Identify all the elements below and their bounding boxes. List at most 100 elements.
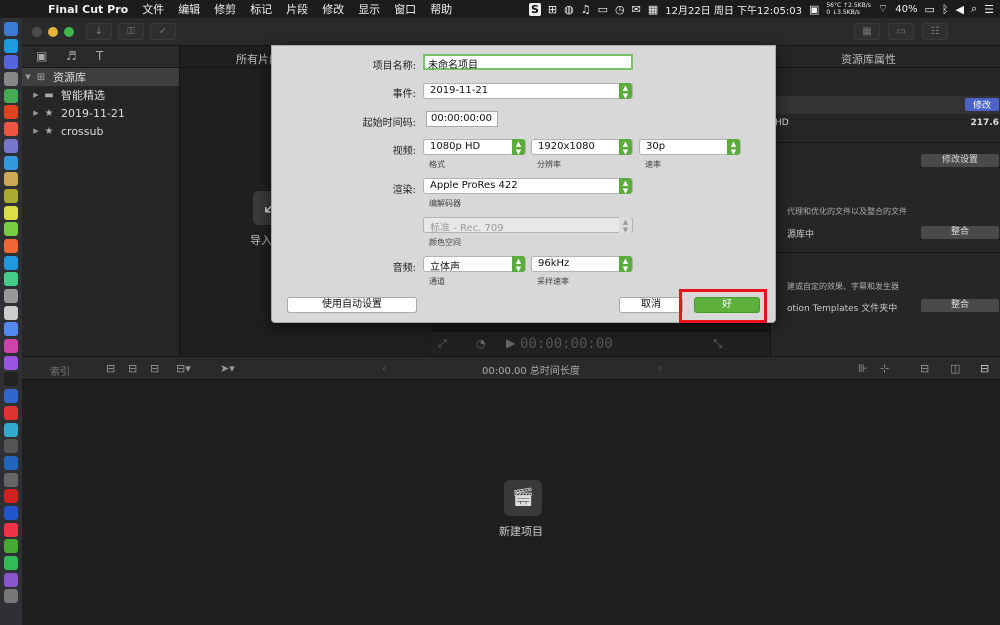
- layout-browser-button[interactable]: ▦: [854, 23, 880, 40]
- snapping-icon[interactable]: ◫: [950, 362, 960, 375]
- audio-channels-select[interactable]: 立体声 ▲ ▼: [423, 256, 526, 273]
- append-clip-icon[interactable]: ⊟: [150, 362, 159, 375]
- dock-app-icon[interactable]: [4, 172, 18, 187]
- window-close-button[interactable]: [32, 27, 42, 37]
- music-icon[interactable]: ♬: [66, 49, 77, 63]
- play-button[interactable]: ▶: [506, 336, 515, 350]
- use-automatic-settings-button[interactable]: 使用自动设置: [287, 297, 417, 313]
- menu-help[interactable]: 帮助: [430, 1, 452, 17]
- dock-app-icon[interactable]: [4, 105, 18, 120]
- dock-app-icon[interactable]: [4, 472, 18, 487]
- layout-inspector-button[interactable]: ☷: [922, 23, 948, 40]
- frame-rate-select[interactable]: 30p ▲ ▼: [639, 139, 741, 156]
- layout-timeline-button[interactable]: ▭: [888, 23, 914, 40]
- globe-icon[interactable]: ◍: [564, 3, 574, 16]
- sogou-input-icon[interactable]: S: [528, 2, 541, 16]
- wifi-icon[interactable]: ⌔: [878, 2, 888, 16]
- control-center-icon[interactable]: ☰: [984, 3, 994, 16]
- new-project-label[interactable]: 新建项目: [499, 523, 543, 539]
- disclosure-closed-icon[interactable]: ▶: [30, 91, 42, 99]
- camera-icon[interactable]: ▣: [36, 49, 47, 63]
- consolidate-media-button[interactable]: 整合: [921, 226, 999, 239]
- timeline-index-button[interactable]: 索引: [50, 363, 70, 378]
- skimming-icon[interactable]: ⊹: [880, 362, 889, 375]
- dock-app-icon[interactable]: [4, 339, 18, 354]
- dock-app-icon[interactable]: [4, 355, 18, 370]
- cancel-button[interactable]: 取消: [619, 297, 683, 313]
- event-select[interactable]: 2019-11-21 ▲ ▼: [423, 83, 633, 100]
- menu-edit[interactable]: 编辑: [178, 1, 200, 17]
- menu-app-name[interactable]: Final Cut Pro: [48, 3, 128, 16]
- resolution-select[interactable]: 1920x1080 ▲ ▼: [531, 139, 633, 156]
- codec-select[interactable]: Apple ProRes 422 ▲ ▼: [423, 178, 633, 195]
- insert-clip-icon[interactable]: ⊟: [128, 362, 137, 375]
- audio-meter-icon[interactable]: ⊪: [858, 362, 868, 375]
- sample-rate-select[interactable]: 96kHz ▲ ▼: [531, 256, 633, 273]
- dock-app-icon[interactable]: [4, 505, 18, 520]
- dock-app-icon[interactable]: [4, 439, 18, 454]
- menu-trim[interactable]: 修剪: [214, 1, 236, 17]
- dock-app-icon[interactable]: [4, 539, 18, 554]
- forward-arrow-icon[interactable]: ›: [658, 362, 662, 375]
- dock-app-icon[interactable]: [4, 455, 18, 470]
- display-icon[interactable]: ▭: [598, 3, 608, 16]
- dock-app-icon[interactable]: [4, 22, 18, 36]
- menu-window[interactable]: 窗口: [394, 1, 416, 17]
- system-stats[interactable]: 56°C ↑2.5KB/s 0 ↓3.5KB/s: [826, 2, 871, 16]
- dock-app-icon[interactable]: [4, 556, 18, 570]
- title-icon[interactable]: T: [96, 49, 103, 63]
- library-row-event-crossub[interactable]: ▶ ★ crossub: [22, 122, 179, 140]
- overwrite-clip-icon[interactable]: ⊟▾: [176, 362, 191, 375]
- battery-icon[interactable]: ▭: [924, 3, 934, 16]
- connect-clip-icon[interactable]: ⊟: [106, 362, 115, 375]
- message-icon[interactable]: ✉: [632, 3, 641, 16]
- video-format-select[interactable]: 1080p HD ▲ ▼: [423, 139, 526, 156]
- dock-app-icon[interactable]: [4, 372, 18, 387]
- dock-app-icon[interactable]: [4, 138, 18, 153]
- disclosure-closed-icon[interactable]: ▶: [30, 127, 42, 135]
- library-row-root[interactable]: ▼ ⊞ 资源库: [22, 68, 179, 86]
- modify-settings-button[interactable]: 修改设置: [921, 154, 999, 167]
- dock-app-icon[interactable]: [4, 589, 18, 604]
- dock-app-icon[interactable]: [4, 489, 18, 504]
- import-toolbar-button[interactable]: ↓: [86, 23, 112, 40]
- dock-app-icon[interactable]: [4, 122, 18, 137]
- dock-app-icon[interactable]: [4, 522, 18, 537]
- back-arrow-icon[interactable]: ‹: [382, 362, 386, 375]
- speed-tool-icon[interactable]: ◔: [476, 337, 486, 350]
- menu-datetime[interactable]: 12月22日 周日 下午12:05:03: [665, 2, 802, 17]
- color-space-select[interactable]: 标准 - Rec. 709 ▲ ▼: [423, 217, 633, 234]
- dock-app-icon[interactable]: [4, 422, 18, 437]
- select-tool-icon[interactable]: ➤▾: [220, 362, 235, 375]
- dock-app-icon[interactable]: [4, 188, 18, 203]
- project-name-input[interactable]: 未命名项目: [423, 54, 633, 71]
- menu-file[interactable]: 文件: [142, 1, 164, 17]
- dock-app-icon[interactable]: [4, 289, 18, 303]
- music-note-icon[interactable]: ♫: [581, 3, 591, 16]
- menu-modify[interactable]: 修改: [322, 1, 344, 17]
- dock-app-icon[interactable]: [4, 38, 18, 53]
- library-row-event-2019[interactable]: ▶ ★ 2019-11-21: [22, 104, 179, 122]
- clip-appearance-icon[interactable]: ⊟: [920, 362, 929, 375]
- window-zoom-button[interactable]: [64, 27, 74, 37]
- modify-tag[interactable]: 修改: [964, 98, 999, 111]
- dock-app-icon[interactable]: [4, 405, 18, 420]
- fullscreen-icon[interactable]: ⤡: [713, 337, 722, 351]
- dock-app-icon[interactable]: [4, 272, 18, 287]
- search-icon[interactable]: ⌕: [971, 2, 977, 16]
- disclosure-closed-icon[interactable]: ▶: [30, 109, 42, 117]
- bluetooth-icon[interactable]: ᛒ: [942, 3, 949, 16]
- dock-app-icon[interactable]: [4, 205, 18, 220]
- effects-browser-icon[interactable]: ⊟: [980, 362, 989, 375]
- disclosure-open-icon[interactable]: ▼: [22, 73, 34, 81]
- clock-icon[interactable]: ◷: [615, 3, 625, 16]
- menu-view[interactable]: 显示: [358, 1, 380, 17]
- keyword-button[interactable]: ⚿: [118, 23, 144, 40]
- dock-app-icon[interactable]: [4, 155, 18, 170]
- dock-app-icon[interactable]: [4, 55, 18, 70]
- wechat-icon[interactable]: ▣: [809, 3, 819, 16]
- calendar-icon[interactable]: ▦: [648, 3, 658, 16]
- transform-tool-icon[interactable]: ⤢: [438, 337, 447, 351]
- dock-app-icon[interactable]: [4, 572, 18, 587]
- menu-mark[interactable]: 标记: [250, 1, 272, 17]
